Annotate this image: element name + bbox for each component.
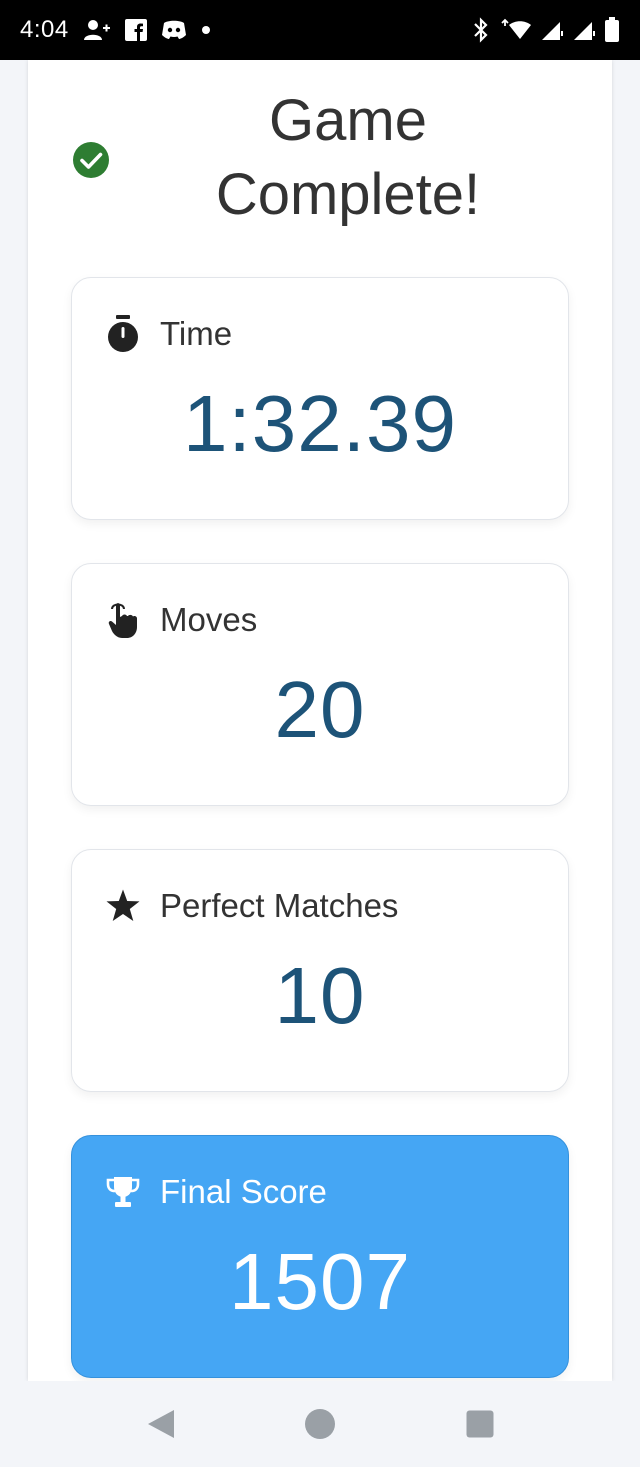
perfect-matches-card: Perfect Matches 10 (71, 849, 569, 1092)
back-icon (148, 1410, 174, 1438)
time-label-row: Time (104, 314, 232, 354)
final-score-value: 1507 (229, 1237, 411, 1326)
dot-icon (201, 26, 210, 34)
status-time: 4:04 (20, 16, 69, 43)
perfect-matches-value: 10 (274, 951, 366, 1040)
recents-icon (466, 1410, 494, 1438)
moves-card: Moves 20 (71, 563, 569, 806)
home-icon (305, 1409, 335, 1439)
check-circle-icon (73, 142, 109, 178)
stopwatch-icon (104, 315, 142, 353)
moves-label-row: Moves (104, 600, 257, 640)
discord-icon (161, 20, 186, 39)
final-score-label: Final Score (160, 1173, 327, 1210)
perfect-label-row: Perfect Matches (104, 886, 398, 926)
signal-icon (574, 22, 595, 40)
time-value: 1:32.39 (183, 379, 457, 468)
pointer-hand-icon (104, 601, 142, 639)
moves-value: 20 (274, 665, 366, 754)
header: Game Complete! (28, 60, 612, 275)
notification-icons (83, 18, 211, 42)
recents-button[interactable] (463, 1407, 497, 1441)
perfect-matches-label: Perfect Matches (160, 887, 399, 924)
person-add-icon (83, 20, 110, 40)
facebook-icon (124, 19, 147, 41)
system-icons (472, 17, 620, 43)
star-icon (104, 887, 142, 925)
game-complete-sheet: Game Complete! Time 1:32.39 Moves 20 Per… (28, 60, 612, 1381)
time-label: Time (160, 315, 233, 352)
page-title: Game Complete! (215, 88, 481, 227)
back-button[interactable] (144, 1407, 178, 1441)
status-bar: 4:04 (0, 0, 640, 60)
home-button[interactable] (303, 1407, 337, 1441)
bluetooth-icon (474, 17, 488, 43)
signal-icon (542, 22, 563, 40)
wifi-icon (501, 18, 531, 39)
battery-icon (605, 17, 619, 42)
final-score-card: Final Score 1507 (71, 1135, 569, 1378)
score-label-row: Final Score (104, 1172, 327, 1212)
time-card: Time 1:32.39 (71, 277, 569, 520)
moves-label: Moves (160, 601, 258, 638)
navigation-bar (0, 1381, 640, 1467)
trophy-icon (104, 1173, 142, 1211)
